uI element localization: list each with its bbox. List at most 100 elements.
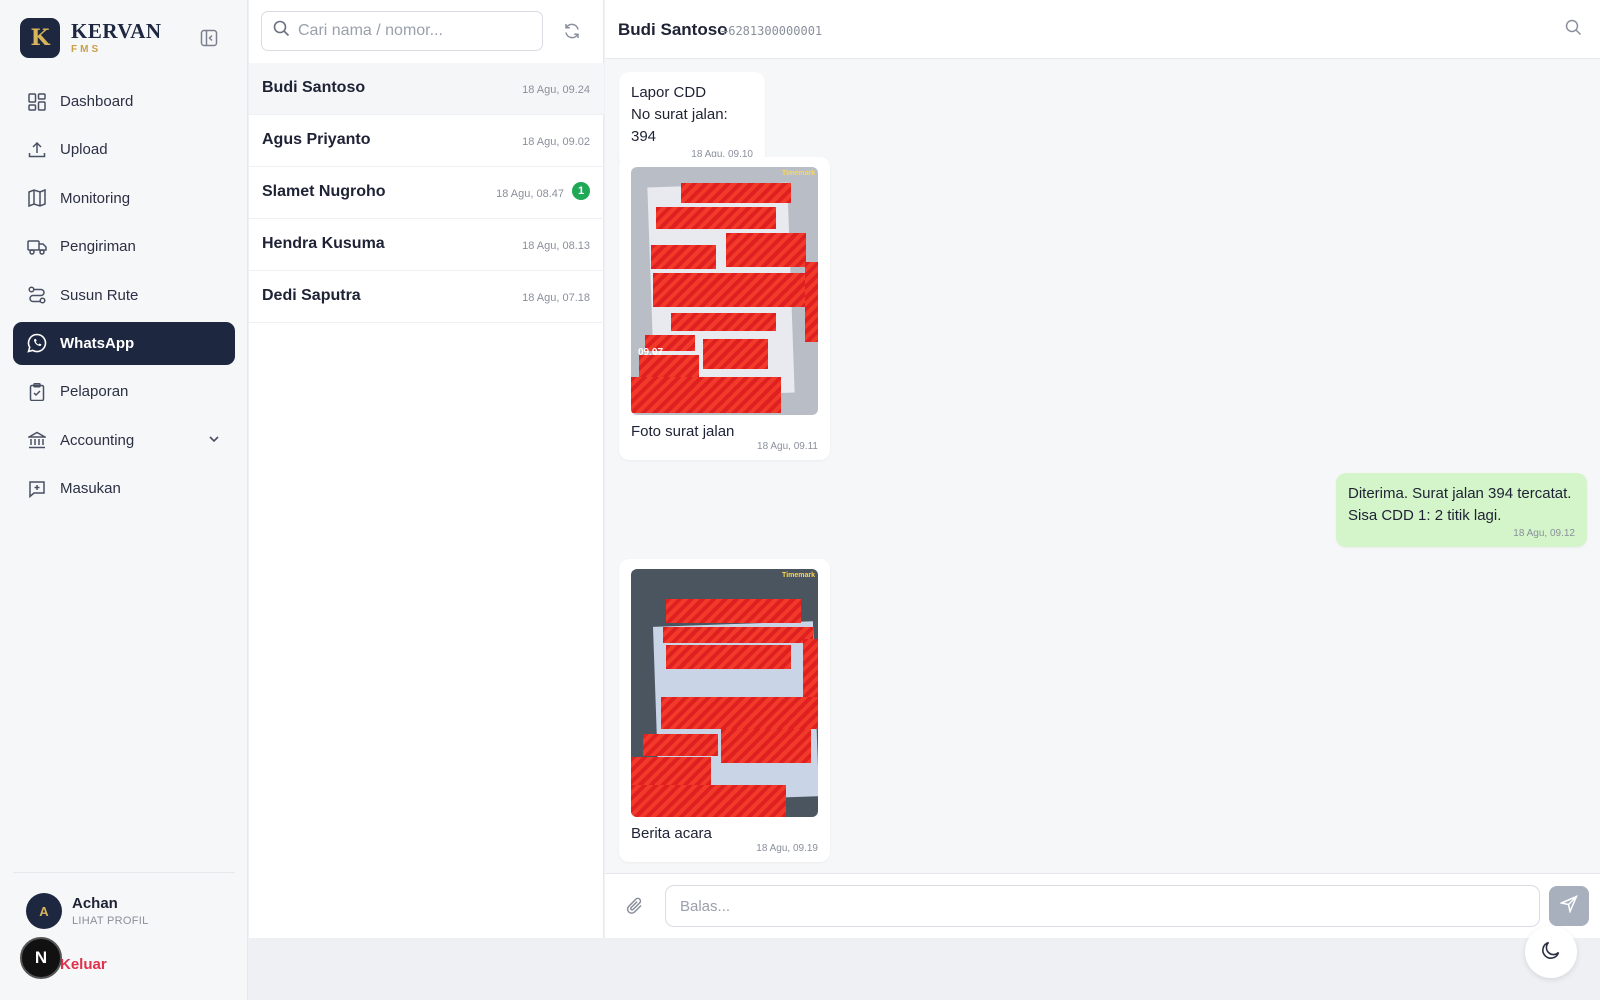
- nav-item-accounting[interactable]: Accounting: [13, 419, 235, 462]
- conversation-item[interactable]: Budi Santoso 18 Agu, 09.24: [249, 63, 604, 115]
- conversation-list-panel: Budi Santoso 18 Agu, 09.24 Agus Priyanto…: [249, 0, 604, 938]
- feedback-icon: [26, 478, 48, 500]
- nav-label: Masukan: [60, 480, 121, 498]
- redaction: [681, 183, 791, 203]
- conversation-item[interactable]: Dedi Saputra 18 Agu, 07.18: [249, 271, 604, 323]
- conversation-time: 18 Agu, 08.13: [522, 240, 590, 252]
- nav-label: WhatsApp: [60, 334, 135, 352]
- conversation-item[interactable]: Hendra Kusuma 18 Agu, 08.13: [249, 219, 604, 271]
- nav-item-monitoring[interactable]: Monitoring: [13, 177, 235, 220]
- sidebar: K KERVAN FMS Dashboard Upload Monitoring…: [0, 0, 248, 1000]
- redaction: [666, 645, 791, 669]
- nav-item-susun-rute[interactable]: Susun Rute: [13, 274, 235, 317]
- search-box: [261, 11, 543, 51]
- conversation-name: Dedi Saputra: [262, 287, 361, 304]
- nav-label: Upload: [60, 141, 108, 159]
- nav-item-upload[interactable]: Upload: [13, 128, 235, 171]
- watermark: Timemark: [782, 170, 815, 177]
- photo-caption: Foto surat jalan: [631, 423, 735, 440]
- sidebar-footer: A Achan LIHAT PROFIL Keluar: [13, 872, 235, 973]
- conversation-item[interactable]: Slamet Nugroho 18 Agu, 08.47 1: [249, 167, 604, 219]
- unread-badge: 1: [572, 182, 590, 200]
- brand[interactable]: K KERVAN FMS: [20, 18, 162, 58]
- message-text: Diterima. Surat jalan 394 tercatat. Sisa…: [1348, 485, 1572, 524]
- redaction: [631, 757, 711, 785]
- nav-item-pengiriman[interactable]: Pengiriman: [13, 225, 235, 268]
- n-badge-button[interactable]: N: [20, 937, 62, 979]
- message-time: 18 Agu, 09.11: [757, 441, 818, 452]
- message-thread: Lapor CDD No surat jalan: 394 18 Agu, 09…: [605, 59, 1600, 873]
- chat-contact-name: Budi Santoso: [618, 20, 728, 39]
- nav-label: Pelaporan: [60, 383, 129, 401]
- nav-label: Susun Rute: [60, 286, 139, 304]
- message-incoming: Timemark 09.07 Foto surat jalan 18 Agu, …: [619, 157, 830, 460]
- main-nav: Dashboard Upload Monitoring Pengiriman S…: [13, 80, 235, 516]
- redaction: [653, 273, 813, 307]
- redaction: [651, 245, 716, 269]
- redaction: [803, 639, 818, 699]
- message-text: Lapor CDD No surat jalan: 394: [631, 84, 728, 145]
- redaction: [666, 599, 801, 623]
- paperclip-icon[interactable]: [625, 896, 645, 921]
- nav-label: Monitoring: [60, 189, 131, 207]
- nav-item-pelaporan[interactable]: Pelaporan: [13, 370, 235, 413]
- chevron-down-icon[interactable]: [207, 432, 221, 450]
- route-icon: [26, 284, 48, 306]
- nav-item-masukan[interactable]: Masukan: [13, 467, 235, 510]
- bank-icon: [26, 429, 48, 451]
- profile-name: Achan: [72, 895, 118, 912]
- conversation-time: 18 Agu, 09.02: [522, 136, 590, 148]
- conversation-name: Agus Priyanto: [262, 131, 371, 148]
- nav-label: Dashboard: [60, 93, 134, 110]
- nav-item-dashboard[interactable]: Dashboard: [13, 80, 235, 123]
- redaction: [639, 355, 699, 377]
- chat-panel: Budi Santoso +6281300000001 Lapor CDD No…: [605, 0, 1600, 938]
- search-icon[interactable]: [1565, 19, 1582, 41]
- brand-name: KERVAN: [71, 19, 162, 43]
- photo-attachment[interactable]: Timemark: [631, 569, 818, 817]
- send-icon: [1559, 894, 1578, 918]
- redaction: [703, 339, 768, 369]
- photo-attachment[interactable]: Timemark 09.07: [631, 167, 818, 415]
- conversation-name: Budi Santoso: [262, 79, 366, 96]
- truck-icon: [26, 236, 48, 258]
- chat-header: Budi Santoso +6281300000001: [605, 0, 1600, 59]
- redaction: [631, 377, 781, 413]
- sidebar-collapse-icon[interactable]: [198, 27, 220, 49]
- theme-toggle-button[interactable]: [1525, 926, 1577, 978]
- moon-icon: [1540, 939, 1562, 966]
- send-button[interactable]: [1549, 886, 1589, 926]
- brand-subtitle: FMS: [71, 44, 102, 55]
- message-outgoing: Diterima. Surat jalan 394 tercatat. Sisa…: [1336, 473, 1587, 547]
- conversation-item[interactable]: Agus Priyanto 18 Agu, 09.02: [249, 115, 604, 167]
- photo-caption: Berita acara: [631, 825, 712, 842]
- redaction: [721, 729, 811, 763]
- redaction: [663, 627, 813, 643]
- nav-label: Pengiriman: [60, 238, 136, 256]
- conversation-time: 18 Agu, 09.24: [522, 84, 590, 96]
- clipboard-icon: [26, 381, 48, 403]
- conversation-name: Hendra Kusuma: [262, 235, 385, 252]
- nav-label: Accounting: [60, 431, 135, 449]
- logout-button[interactable]: Keluar: [60, 956, 107, 973]
- watermark: Timemark: [782, 572, 815, 579]
- search-input[interactable]: [298, 22, 528, 40]
- view-profile-link[interactable]: LIHAT PROFIL: [72, 915, 149, 927]
- redaction: [671, 313, 776, 331]
- avatar: A: [26, 893, 62, 929]
- redaction: [643, 734, 718, 756]
- message-incoming: Lapor CDD No surat jalan: 394 18 Agu, 09…: [619, 72, 765, 168]
- redaction: [631, 785, 786, 817]
- reply-input[interactable]: [665, 885, 1540, 927]
- refresh-icon[interactable]: [561, 20, 583, 42]
- chat-contact-phone: +6281300000001: [721, 24, 823, 38]
- composer: [605, 873, 1600, 938]
- redaction: [726, 233, 806, 267]
- dashboard-icon: [26, 91, 48, 113]
- conversation-name: Slamet Nugroho: [262, 183, 386, 200]
- map-icon: [26, 187, 48, 209]
- nav-item-whatsapp[interactable]: WhatsApp: [13, 321, 235, 365]
- message-incoming: Timemark Berita acara 18 Agu, 09.19: [619, 559, 830, 862]
- photo-timestamp: 09.07: [638, 347, 664, 358]
- profile[interactable]: A Achan LIHAT PROFIL: [26, 893, 235, 929]
